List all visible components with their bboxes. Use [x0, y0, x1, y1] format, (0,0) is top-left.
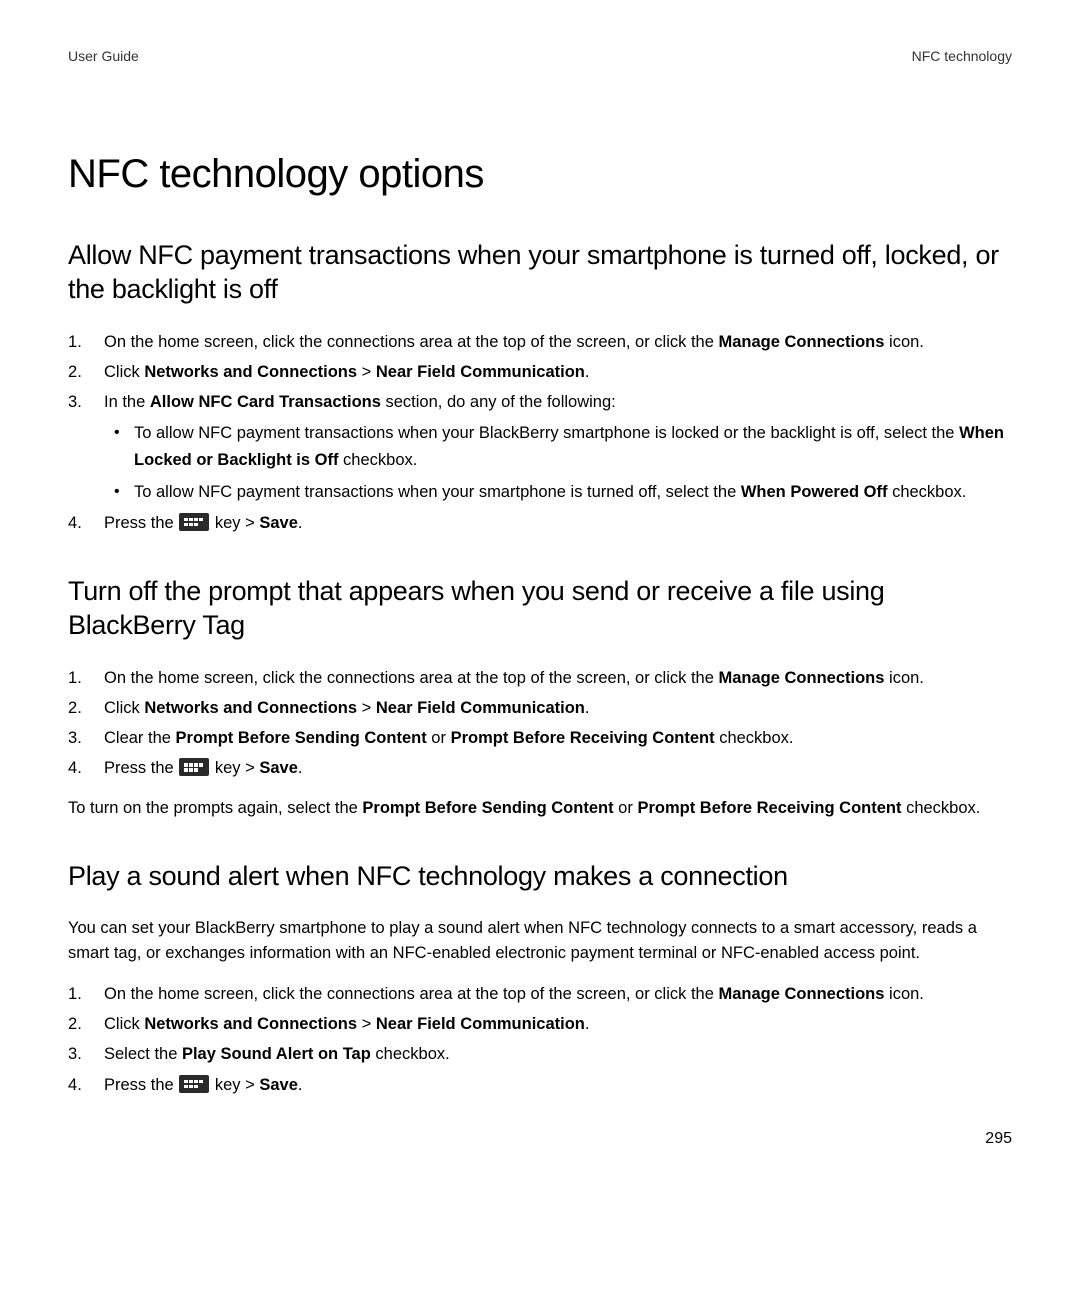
ordered-list: On the home screen, click the connection… [68, 981, 1012, 1099]
step: Press the key > Save. [68, 510, 1012, 537]
after-note: To turn on the prompts again, select the… [68, 796, 1012, 822]
step: On the home screen, click the connection… [68, 665, 1012, 692]
page-number: 295 [985, 1130, 1012, 1148]
step: Clear the Prompt Before Sending Content … [68, 725, 1012, 752]
bullet: To allow NFC payment transactions when y… [104, 479, 1012, 506]
header-left: User Guide [68, 48, 139, 64]
ordered-list: On the home screen, click the connection… [68, 329, 1012, 538]
bullet-list: To allow NFC payment transactions when y… [104, 420, 1012, 506]
header-right: NFC technology [912, 48, 1012, 64]
section-allow-nfc: Allow NFC payment transactions when your… [68, 239, 1012, 537]
step: Click Networks and Connections > Near Fi… [68, 1011, 1012, 1038]
step: In the Allow NFC Card Transactions secti… [68, 389, 1012, 506]
section-play-sound: Play a sound alert when NFC technology m… [68, 860, 1012, 1099]
step: Click Networks and Connections > Near Fi… [68, 695, 1012, 722]
ordered-list: On the home screen, click the connection… [68, 665, 1012, 783]
step: Click Networks and Connections > Near Fi… [68, 359, 1012, 386]
blackberry-key-icon [179, 513, 209, 531]
intro-text: You can set your BlackBerry smartphone t… [68, 916, 1012, 967]
page-header: User Guide NFC technology [68, 48, 1012, 64]
step: Select the Play Sound Alert on Tap check… [68, 1041, 1012, 1068]
step: Press the key > Save. [68, 1072, 1012, 1099]
step: On the home screen, click the connection… [68, 329, 1012, 356]
bullet: To allow NFC payment transactions when y… [104, 420, 1012, 474]
step: On the home screen, click the connection… [68, 981, 1012, 1008]
blackberry-key-icon [179, 758, 209, 776]
section-heading: Turn off the prompt that appears when yo… [68, 575, 1012, 643]
blackberry-key-icon [179, 1075, 209, 1093]
page-title: NFC technology options [68, 152, 1012, 197]
section-turn-off-prompt: Turn off the prompt that appears when yo… [68, 575, 1012, 822]
section-heading: Allow NFC payment transactions when your… [68, 239, 1012, 307]
step: Press the key > Save. [68, 755, 1012, 782]
section-heading: Play a sound alert when NFC technology m… [68, 860, 1012, 894]
